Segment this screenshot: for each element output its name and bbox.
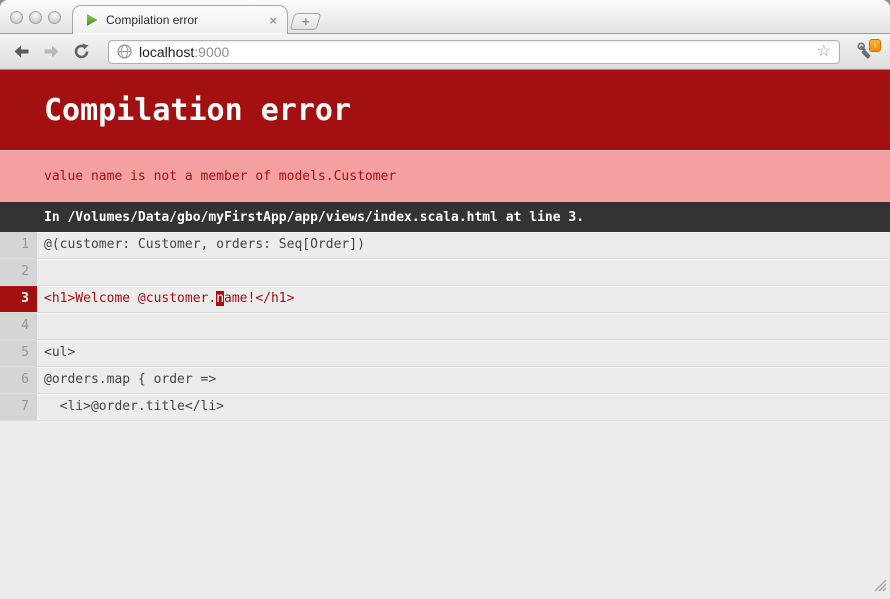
code-text (37, 259, 890, 285)
url-host: localhost (139, 44, 194, 60)
code-text: @orders.map { order => (37, 367, 890, 393)
forward-button[interactable] (38, 39, 64, 65)
tab-strip: Compilation error × + (0, 0, 890, 34)
line-number: 4 (0, 313, 37, 339)
new-tab-button[interactable]: + (290, 13, 322, 30)
play-framework-icon (85, 13, 99, 27)
code-line: 1@(customer: Customer, orders: Seq[Order… (0, 232, 890, 259)
close-window-button[interactable] (10, 11, 23, 24)
window-controls (10, 11, 61, 24)
address-bar[interactable]: localhost:9000 ☆ (108, 40, 840, 64)
url-text[interactable]: localhost:9000 (139, 44, 815, 60)
plus-icon: + (302, 15, 310, 28)
error-marker: n (216, 291, 224, 306)
code-line: 5<ul> (0, 340, 890, 367)
reload-button[interactable] (68, 39, 94, 65)
error-message: value name is not a member of models.Cus… (0, 169, 396, 184)
line-number: 6 (0, 367, 37, 393)
code-line: 6@orders.map { order => (0, 367, 890, 394)
zoom-window-button[interactable] (48, 11, 61, 24)
code-text: <li>@order.title</li> (37, 394, 890, 420)
browser-window: Compilation error × + (0, 0, 890, 599)
wrench-menu-button[interactable]: ↑ (852, 38, 882, 66)
globe-icon (117, 44, 132, 59)
line-number: 3 (0, 286, 37, 312)
error-page: Compilation error value name is not a me… (0, 70, 890, 598)
url-port: :9000 (194, 44, 229, 60)
line-number: 5 (0, 340, 37, 366)
code-text: @(customer: Customer, orders: Seq[Order]… (37, 232, 890, 258)
code-line: 4 (0, 313, 890, 340)
line-number: 2 (0, 259, 37, 285)
error-location-bar: In /Volumes/Data/gbo/myFirstApp/app/view… (0, 202, 890, 232)
page-title: Compilation error (0, 93, 351, 128)
code-line: 3<h1>Welcome @customer.name!</h1> (0, 286, 890, 313)
tab-close-icon[interactable]: × (267, 14, 279, 27)
update-badge: ↑ (869, 39, 881, 52)
error-message-bar: value name is not a member of models.Cus… (0, 150, 890, 202)
back-button[interactable] (8, 39, 34, 65)
code-line: 7 <li>@order.title</li> (0, 394, 890, 421)
minimize-window-button[interactable] (29, 11, 42, 24)
code-text (37, 313, 890, 339)
tab-title: Compilation error (106, 13, 267, 27)
code-text: <ul> (37, 340, 890, 366)
code-line: 2 (0, 259, 890, 286)
code-listing: 1@(customer: Customer, orders: Seq[Order… (0, 232, 890, 421)
browser-toolbar: localhost:9000 ☆ ↑ (0, 34, 890, 70)
line-number: 7 (0, 394, 37, 420)
error-location: In /Volumes/Data/gbo/myFirstApp/app/view… (0, 210, 584, 225)
code-text: <h1>Welcome @customer.name!</h1> (37, 286, 890, 312)
bookmark-star-icon[interactable]: ☆ (815, 44, 833, 60)
error-header: Compilation error (0, 70, 890, 150)
line-number: 1 (0, 232, 37, 258)
tab-compilation-error[interactable]: Compilation error × (72, 5, 288, 34)
resize-grip[interactable] (872, 577, 887, 596)
